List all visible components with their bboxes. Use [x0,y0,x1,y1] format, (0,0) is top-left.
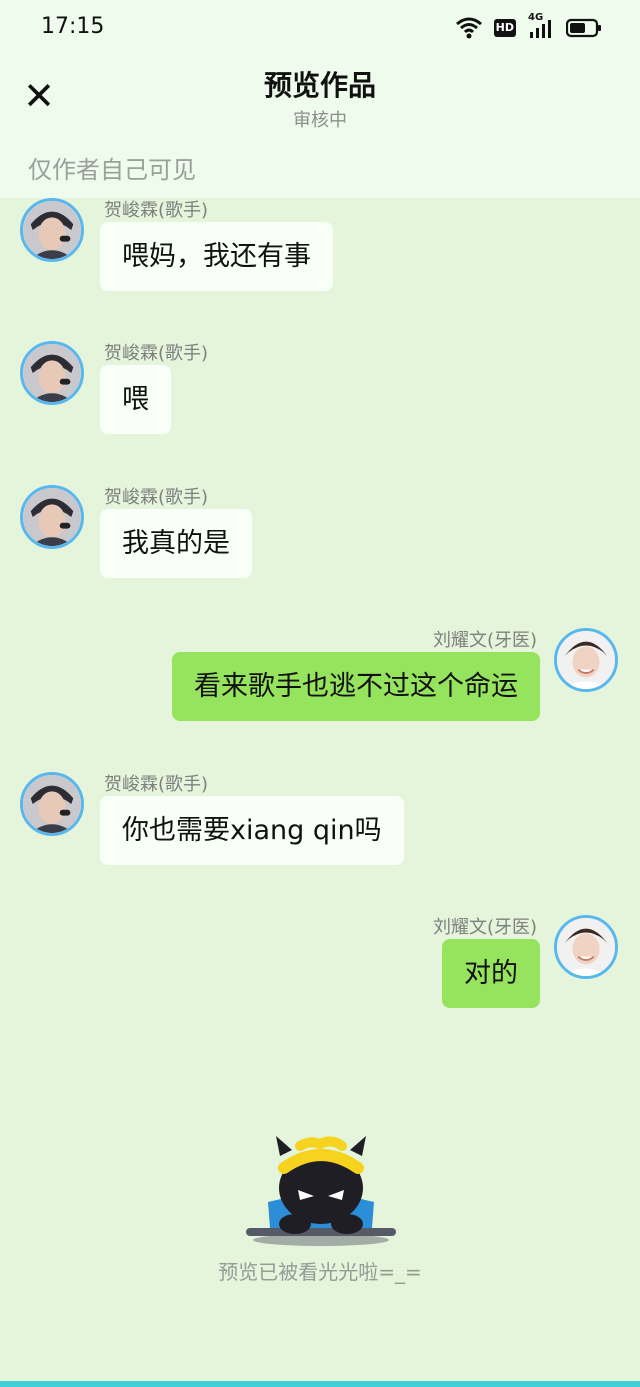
message-bubble[interactable]: 看来歌手也逃不过这个命运 [172,652,540,721]
avatar[interactable] [20,772,84,836]
sender-name: 贺峻霖(歌手) [104,343,209,364]
status-bar: 17:15 HD 4G [0,0,640,56]
chat-message: 贺峻霖(歌手) 我真的是 [0,485,640,595]
message-bubble[interactable]: 对的 [442,939,540,1008]
avatar-image [23,201,81,259]
chat-message: 刘耀文(牙医) 看来歌手也逃不过这个命运 [0,628,640,738]
sender-name: 贺峻霖(歌手) [104,487,209,508]
chat-message: 贺峻霖(歌手) 喂妈，我还有事 [0,198,640,308]
sender-name: 贺峻霖(歌手) [104,200,209,221]
signal-icon: 4G [528,12,554,40]
status-time: 17:15 [41,14,105,39]
sender-name: 刘耀文(牙医) [432,630,537,651]
battery-icon [566,18,601,38]
avatar[interactable] [554,628,618,692]
avatar[interactable] [20,198,84,262]
status-icons: HD 4G [455,12,602,42]
mascot-illustration [246,1136,396,1246]
sender-name: 贺峻霖(歌手) [104,774,209,795]
avatar[interactable] [20,485,84,549]
avatar-image [557,918,615,976]
sender-name: 刘耀文(牙医) [432,917,537,938]
avatar[interactable] [20,341,84,405]
visibility-note: 仅作者自己可见 [28,156,196,184]
avatar-image [23,344,81,402]
avatar-image [557,631,615,689]
hd-badge: HD [493,19,516,37]
avatar-image [23,775,81,833]
review-status: 审核中 [293,110,347,131]
chat-message: 贺峻霖(歌手) 你也需要xiang qin吗 [0,772,640,882]
hd-badge-label: HD [495,21,514,34]
chat-message: 刘耀文(牙医) 对的 [0,915,640,1025]
message-bubble[interactable]: 喂 [100,365,171,434]
message-bubble[interactable]: 我真的是 [100,509,252,578]
preview-footer-text: 预览已被看光光啦=_= [218,1260,422,1284]
bottom-bar [0,1381,640,1387]
avatar[interactable] [554,915,618,979]
message-bubble[interactable]: 你也需要xiang qin吗 [100,796,404,865]
header: 17:15 HD 4G ✕ 预览作品 审核中 仅作者自己可见 [0,0,640,198]
message-bubble[interactable]: 喂妈，我还有事 [100,222,333,291]
wifi-icon [455,17,482,39]
avatar-image [23,488,81,546]
chat-message: 贺峻霖(歌手) 喂 [0,341,640,451]
page-title: 预览作品 [263,69,376,102]
